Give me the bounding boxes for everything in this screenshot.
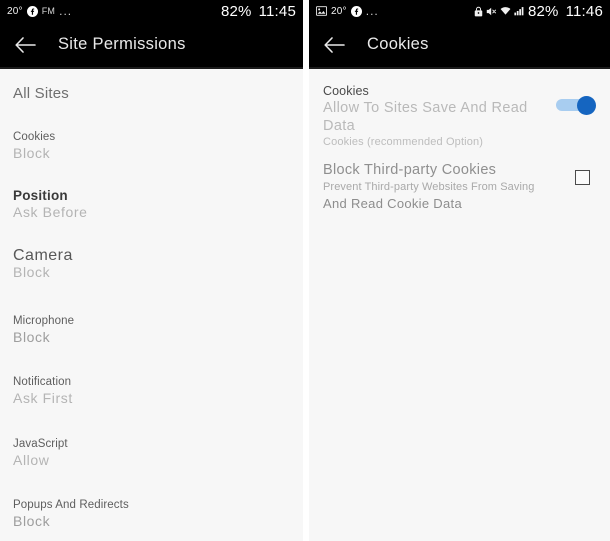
pref-label: Popups And Redirects: [13, 499, 129, 511]
clock-label: 11:45: [258, 2, 296, 20]
pref-label: Notification: [13, 376, 72, 388]
right-status-bar: 20° ... 82% 11:46: [309, 0, 610, 22]
left-status-bar-end: 82% 11:45: [221, 3, 296, 20]
status-overflow-dots: ...: [59, 4, 73, 18]
section-header-all-sites: All Sites: [13, 85, 69, 102]
left-status-bar-start: 20° FM ...: [7, 4, 221, 18]
right-status-bar-end: 82% 11:46: [474, 3, 603, 20]
option-sub-label-line1: Prevent Third-party Websites From Saving: [323, 181, 535, 193]
option-sub-label-line2: And Read Cookie Data: [323, 196, 462, 211]
cellular-signal-icon: [514, 6, 525, 16]
pref-value: Allow: [13, 452, 50, 468]
option-text-block: Cookies Allow To Sites Save And Read Dat…: [323, 83, 556, 150]
wifi-icon: [500, 6, 511, 16]
fm-label: FM: [41, 6, 56, 16]
pref-label: Microphone: [13, 315, 75, 327]
photo-icon: [316, 6, 327, 16]
volume-mute-icon: [486, 6, 497, 17]
facebook-icon: [26, 5, 38, 17]
battery-percent-label: 82%: [527, 2, 559, 20]
left-status-bar: 20° FM ... 82% 11:45: [0, 0, 303, 22]
option-row-block-third-party-cookies[interactable]: Block Third-party Cookies Prevent Third-…: [323, 161, 600, 212]
toggle-thumb: [577, 96, 596, 115]
site-permissions-list: All Sites Cookies Block Position Ask Bef…: [0, 69, 303, 541]
right-status-bar-start: 20° ...: [316, 4, 474, 18]
sidebar-item-camera[interactable]: Camera Block: [13, 247, 291, 281]
allow-cookies-toggle[interactable]: [556, 96, 596, 115]
pref-label: JavaScript: [13, 438, 68, 450]
back-arrow-icon[interactable]: [12, 32, 38, 58]
right-app-bar: Cookies: [309, 22, 610, 67]
option-main-label: Allow To Sites Save And Read Data: [323, 100, 528, 134]
sidebar-item-popups-and-redirects[interactable]: Popups And Redirects Block: [13, 498, 291, 530]
pref-label: Position: [13, 188, 68, 203]
dual-screenshot-container: 20° FM ... 82% 11:45 Site Permissions Al…: [0, 0, 610, 541]
sidebar-item-notification[interactable]: Notification Ask First: [13, 375, 291, 407]
sidebar-item-javascript[interactable]: JavaScript Allow: [13, 437, 291, 469]
pref-value: Block: [13, 145, 51, 161]
battery-percent-label: 82%: [220, 2, 252, 20]
pref-value: Block: [13, 513, 51, 529]
option-row-allow-cookies[interactable]: Cookies Allow To Sites Save And Read Dat…: [323, 83, 600, 150]
right-phone-screen: 20° ... 82% 11:46 Cookies Cookies Allow …: [309, 0, 610, 541]
temperature-label: 20°: [7, 5, 23, 17]
lock-icon: [474, 6, 483, 17]
option-text-block: Block Third-party Cookies Prevent Third-…: [323, 161, 575, 212]
pref-value: Block: [13, 264, 51, 280]
sidebar-item-position[interactable]: Position Ask Before: [13, 189, 291, 221]
block-third-party-cookies-checkbox[interactable]: [575, 170, 590, 185]
cookies-settings-list: Cookies Allow To Sites Save And Read Dat…: [309, 69, 610, 541]
pref-label: Cookies: [13, 131, 56, 143]
page-title: Site Permissions: [58, 35, 186, 53]
option-sub-label: Cookies (recommended Option): [323, 136, 484, 148]
facebook-icon: [350, 5, 362, 17]
sidebar-item-cookies[interactable]: Cookies Block: [13, 130, 291, 162]
pref-value: Block: [13, 329, 51, 345]
option-heading: Cookies: [323, 84, 369, 98]
pref-label: Camera: [13, 247, 73, 264]
page-title: Cookies: [367, 35, 429, 53]
pref-value: Ask First: [13, 390, 73, 406]
temperature-label: 20°: [331, 5, 347, 17]
left-app-bar: Site Permissions: [0, 22, 303, 67]
option-heading: Block Third-party Cookies: [323, 162, 497, 178]
pref-value: Ask Before: [13, 204, 88, 220]
sidebar-item-microphone[interactable]: Microphone Block: [13, 314, 291, 346]
back-arrow-icon[interactable]: [321, 32, 347, 58]
clock-label: 11:46: [565, 2, 603, 20]
status-overflow-dots: ...: [365, 4, 379, 18]
left-phone-screen: 20° FM ... 82% 11:45 Site Permissions Al…: [0, 0, 303, 541]
